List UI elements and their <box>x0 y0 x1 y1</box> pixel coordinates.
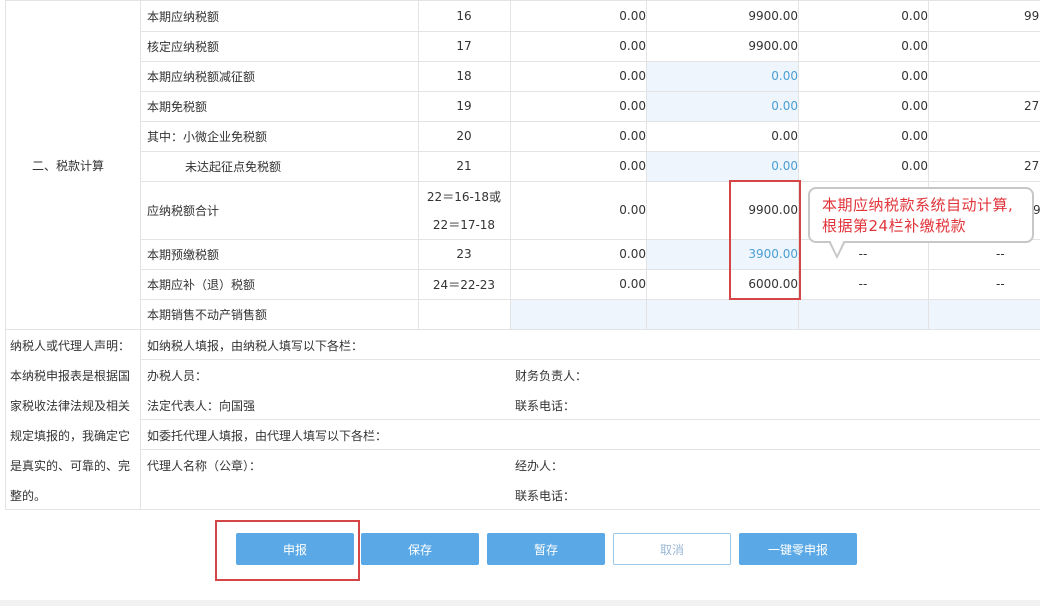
value-cell: 0.00 <box>619 277 646 291</box>
cancel-button[interactable]: 取消 <box>613 533 731 565</box>
agent-phone-label: 联系电话： <box>515 488 576 503</box>
value-cell: -- <box>858 247 868 261</box>
section-label: 二、税款计算 <box>32 158 105 173</box>
self-filing-heading: 如纳税人填报，由纳税人填写以下各栏： <box>147 338 364 353</box>
agent-name-label: 代理人名称（公章）： <box>147 458 262 473</box>
save-button[interactable]: 保存 <box>361 533 479 565</box>
value-cell: 0.00 <box>619 159 646 173</box>
value-cell: -- <box>996 277 1005 291</box>
row-label: 应纳税额合计 <box>147 203 220 218</box>
handler-label: 经办人： <box>515 458 564 473</box>
value-cell: 0.00 <box>901 159 928 173</box>
sales-amount-input[interactable] <box>510 300 1040 329</box>
submit-highlight-box <box>215 520 360 581</box>
row-label: 本期免税额 <box>147 99 208 114</box>
line-number: 18 <box>456 69 472 83</box>
draft-button[interactable]: 暂存 <box>487 533 605 565</box>
value-cell: 27 <box>1024 159 1040 173</box>
value-cell: 0.00 <box>619 9 646 23</box>
value-cell: 9 <box>1033 203 1040 217</box>
row-label: 未达起征点免税额 <box>185 159 282 174</box>
highlight-box <box>729 180 801 300</box>
editable-value-cell[interactable]: 0.00 <box>646 91 804 121</box>
value-cell: 9900.00 <box>748 9 798 23</box>
footer-strip <box>0 600 1040 606</box>
row-label: 本期应纳税额 <box>147 9 220 24</box>
value-cell: 0.00 <box>901 39 928 53</box>
line-number: 19 <box>456 99 472 113</box>
agent-filing-heading: 如委托代理人填报，由代理人填写以下各栏： <box>147 428 388 443</box>
legal-rep-label: 法定代表人：向国强 <box>147 398 256 413</box>
value-cell: -- <box>996 247 1005 261</box>
phone-label: 联系电话： <box>515 398 576 413</box>
value-cell: -- <box>858 277 868 291</box>
row-label: 本期应纳税额减征额 <box>147 69 256 84</box>
row-label: 本期应补（退）税额 <box>147 277 256 292</box>
line-number-alt: 22＝17-18 <box>432 217 496 232</box>
editable-value-cell[interactable]: 0.00 <box>646 61 804 91</box>
line-number: 16 <box>456 9 472 23</box>
line-number: 23 <box>456 247 472 261</box>
line-number: 22＝16-18或 <box>426 189 502 204</box>
value-cell: 9900.00 <box>748 39 798 53</box>
line-number: 21 <box>456 159 472 173</box>
value-cell: 27 <box>1024 99 1040 113</box>
value-cell: 99 <box>1024 9 1040 23</box>
value-cell: 0.00 <box>619 69 646 83</box>
value-cell: 0.00 <box>901 9 928 23</box>
value-cell: 0.00 <box>901 129 928 143</box>
row-label: 其中：小微企业免税额 <box>147 129 268 144</box>
value-cell: 0.00 <box>771 129 798 143</box>
line-number: 24＝22-23 <box>432 277 496 292</box>
value-cell: 0.00 <box>619 39 646 53</box>
finance-head-label: 财务负责人： <box>515 368 588 383</box>
editable-value-cell[interactable]: 0.00 <box>646 151 804 181</box>
zero-declaration-button[interactable]: 一键零申报 <box>739 533 857 565</box>
row-label: 本期销售不动产销售额 <box>147 307 268 322</box>
tax-officer-label: 办税人员： <box>147 368 208 383</box>
line-number: 20 <box>456 129 472 143</box>
value-cell: 0.00 <box>619 247 646 261</box>
value-cell: 0.00 <box>619 129 646 143</box>
value-cell: 0.00 <box>619 203 646 217</box>
annotation-callout: 本期应纳税款系统自动计算,根据第24栏补缴税款 <box>808 187 1034 243</box>
row-label: 本期预缴税额 <box>147 247 220 262</box>
row-label: 核定应纳税额 <box>147 39 220 54</box>
value-cell: 0.00 <box>901 69 928 83</box>
value-cell: 0.00 <box>901 99 928 113</box>
value-cell: 0.00 <box>619 99 646 113</box>
line-number: 17 <box>456 39 472 53</box>
